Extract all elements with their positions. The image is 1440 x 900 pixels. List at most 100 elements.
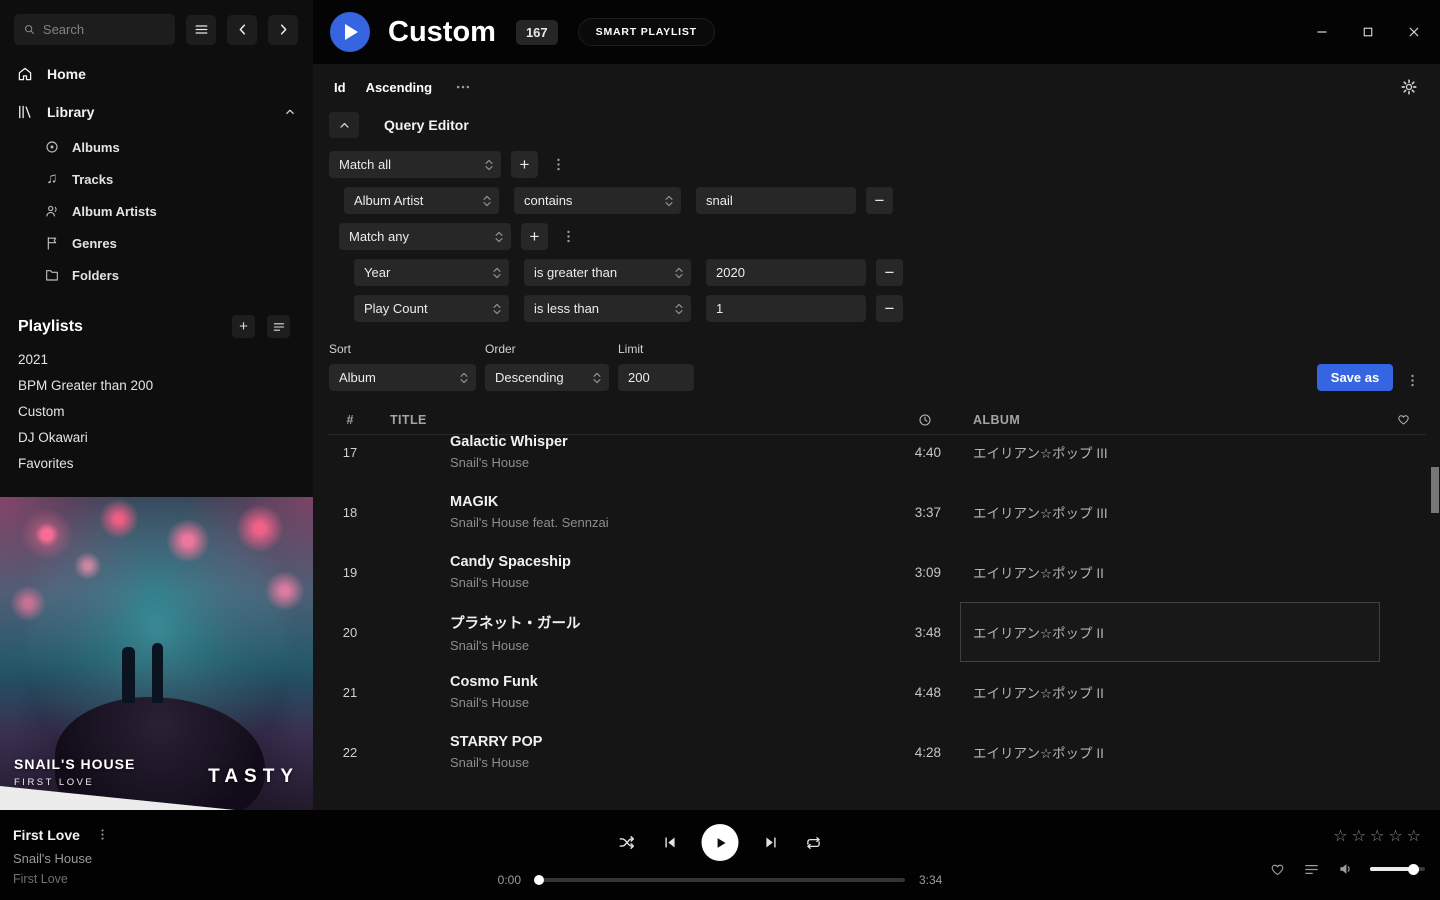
track-artist[interactable]: Snail's House xyxy=(450,695,880,710)
chevron-right-icon xyxy=(275,21,292,38)
row-index: 19 xyxy=(327,565,373,580)
group-options-button[interactable] xyxy=(548,154,569,175)
column-duration[interactable] xyxy=(890,412,960,428)
column-index[interactable]: # xyxy=(327,413,373,427)
album-art-white-wedge xyxy=(0,786,235,810)
track-album[interactable]: エイリアン☆ポップ III xyxy=(960,482,1380,542)
next-button[interactable] xyxy=(760,832,782,854)
track-artist[interactable]: Snail's House xyxy=(450,755,880,770)
column-favorite[interactable] xyxy=(1380,412,1426,427)
rule-field-select[interactable]: Play Count xyxy=(354,295,509,322)
nav-back-button[interactable] xyxy=(227,15,257,45)
rule-field-select[interactable]: Year xyxy=(354,259,509,286)
match-type-select[interactable]: Match any xyxy=(339,223,511,250)
remove-rule-button[interactable]: − xyxy=(876,259,903,286)
queue-button[interactable] xyxy=(1301,859,1322,880)
previous-button[interactable] xyxy=(659,832,681,854)
table-row[interactable]: 20 プラネット・ガール Snail's House 3:48 エイリアン☆ポッ… xyxy=(327,602,1426,662)
rule-value-input[interactable] xyxy=(706,259,866,286)
remove-rule-button[interactable]: − xyxy=(876,295,903,322)
track-album[interactable]: エイリアン☆ポップ II xyxy=(960,542,1380,602)
rule-value-input[interactable] xyxy=(706,295,866,322)
settings-button[interactable] xyxy=(1398,76,1420,98)
playlist-item[interactable]: 2021 xyxy=(18,352,313,367)
add-rule-button[interactable]: + xyxy=(511,151,538,178)
playlist-list-button[interactable] xyxy=(267,315,290,338)
rating-stars[interactable]: ☆☆☆☆☆ xyxy=(1333,826,1425,846)
shuffle-button[interactable] xyxy=(616,832,638,854)
sort-select[interactable]: Album xyxy=(329,364,476,391)
maximize-button[interactable] xyxy=(1348,16,1388,48)
track-album[interactable]: エイリアン☆ポップ III xyxy=(960,435,1380,482)
volume-knob[interactable] xyxy=(1408,864,1419,875)
search-box[interactable] xyxy=(14,14,175,45)
track-artist[interactable]: Snail's House xyxy=(450,638,880,653)
seek-bar[interactable] xyxy=(535,878,905,882)
sidebar-item-folders[interactable]: Folders xyxy=(0,259,313,291)
now-playing-album[interactable]: First Love xyxy=(13,872,112,886)
scrollbar-thumb[interactable] xyxy=(1431,467,1439,513)
play-playlist-button[interactable] xyxy=(330,12,370,52)
track-artist[interactable]: Snail's House feat. Sennzai xyxy=(450,515,880,530)
now-playing-options-button[interactable] xyxy=(93,825,112,844)
table-row[interactable]: 17 Galactic Whisper Snail's House 4:40 エ… xyxy=(327,435,1426,482)
sidebar-item-albums[interactable]: Albums xyxy=(0,131,313,163)
group-options-button[interactable] xyxy=(558,226,579,247)
track-album[interactable]: エイリアン☆ポップ II xyxy=(960,662,1380,722)
playlist-item[interactable]: Favorites xyxy=(18,456,313,471)
match-type-select[interactable]: Match all xyxy=(329,151,501,178)
favorite-button[interactable] xyxy=(1267,859,1288,880)
sidebar-item-tracks[interactable]: ♫ Tracks xyxy=(0,163,313,195)
playlist-item[interactable]: BPM Greater than 200 xyxy=(18,378,313,393)
remove-rule-button[interactable]: − xyxy=(866,187,893,214)
sidebar-item-library[interactable]: Library xyxy=(0,93,313,131)
track-album[interactable]: エイリアン☆ポップ II xyxy=(960,722,1380,782)
column-title[interactable]: TITLE xyxy=(373,413,890,427)
playlist-item[interactable]: DJ Okawari xyxy=(18,430,313,445)
now-playing-album-art[interactable]: SNAIL'S HOUSE FIRST LOVE TASTY xyxy=(0,497,313,810)
order-select[interactable]: Descending xyxy=(485,364,609,391)
rule-operator-select[interactable]: contains xyxy=(514,187,681,214)
sidebar-item-home[interactable]: Home xyxy=(0,55,313,93)
track-artist[interactable]: Snail's House xyxy=(450,575,880,590)
collapse-query-editor-button[interactable] xyxy=(329,112,359,138)
more-options-button[interactable] xyxy=(452,76,474,98)
now-playing-artist[interactable]: Snail's House xyxy=(13,851,112,866)
rule-operator-select[interactable]: is less than xyxy=(524,295,691,322)
save-as-button[interactable]: Save as xyxy=(1317,364,1393,391)
library-collapse-toggle[interactable] xyxy=(283,105,297,119)
limit-input[interactable] xyxy=(618,364,694,391)
rule-field-select[interactable]: Album Artist xyxy=(344,187,499,214)
table-row[interactable]: 19 Candy Spaceship Snail's House 3:09 エイ… xyxy=(327,542,1426,602)
nav-forward-button[interactable] xyxy=(268,15,298,45)
close-button[interactable] xyxy=(1394,16,1434,48)
volume-slider[interactable] xyxy=(1370,867,1425,871)
sort-direction-control[interactable]: Ascending xyxy=(366,80,432,95)
save-options-button[interactable] xyxy=(1402,370,1423,391)
track-artist[interactable]: Snail's House xyxy=(450,455,880,470)
menu-button[interactable] xyxy=(186,15,216,45)
add-playlist-button[interactable]: + xyxy=(232,315,255,338)
search-input[interactable] xyxy=(43,22,166,37)
playlist-item[interactable]: Custom xyxy=(18,404,313,419)
table-row[interactable]: 21 Cosmo Funk Snail's House 4:48 エイリアン☆ポ… xyxy=(327,662,1426,722)
seek-knob[interactable] xyxy=(534,875,544,885)
mute-button[interactable] xyxy=(1335,858,1357,880)
sidebar-item-album-artists[interactable]: Album Artists xyxy=(0,195,313,227)
minimize-button[interactable] xyxy=(1302,16,1342,48)
table-row[interactable]: 22 STARRY POP Snail's House 4:28 エイリアン☆ポ… xyxy=(327,722,1426,782)
track-album-focused-cell[interactable]: エイリアン☆ポップ II xyxy=(960,602,1380,662)
column-album[interactable]: ALBUM xyxy=(960,413,1380,427)
play-pause-button[interactable] xyxy=(702,824,739,861)
unfold-icon xyxy=(482,193,492,209)
sidebar-item-genres[interactable]: Genres xyxy=(0,227,313,259)
now-playing-title[interactable]: First Love xyxy=(13,827,80,843)
table-row[interactable]: 18 MAGIK Snail's House feat. Sennzai 3:3… xyxy=(327,482,1426,542)
home-icon xyxy=(16,65,34,83)
rule-value-input[interactable] xyxy=(696,187,856,214)
add-rule-button[interactable]: + xyxy=(521,223,548,250)
unfold-icon xyxy=(494,229,504,245)
rule-operator-select[interactable]: is greater than xyxy=(524,259,691,286)
repeat-button[interactable] xyxy=(803,832,825,854)
sort-field-control[interactable]: Id xyxy=(334,80,346,95)
